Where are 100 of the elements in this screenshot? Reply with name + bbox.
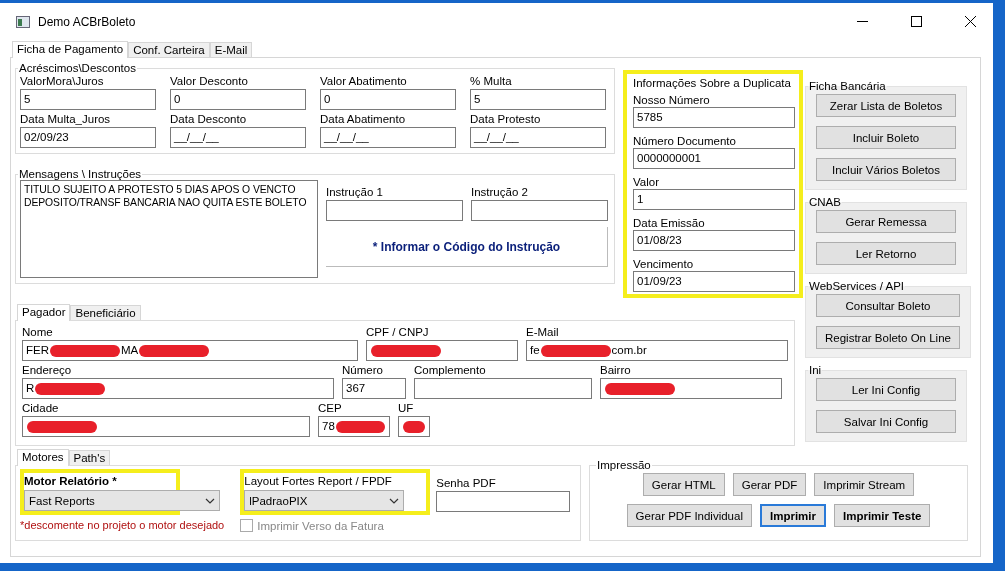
tab[interactable]: Beneficiário — [70, 305, 141, 320]
action-button[interactable]: Gerar PDF — [732, 473, 807, 496]
action-button[interactable]: Incluir Vários Boletos — [816, 158, 956, 181]
input-field[interactable]: 01/08/23 — [633, 230, 795, 251]
redaction-mark — [540, 344, 611, 357]
input-field[interactable] — [471, 200, 608, 221]
group-title: Ficha Bancária — [808, 80, 887, 92]
message-line: DEPOSITO/TRANSF BANCARIA NAO QUITA ESTE BOLETO — [24, 196, 308, 209]
input-field[interactable] — [600, 378, 782, 399]
group-title: Ini — [808, 364, 823, 376]
redaction-mark — [35, 382, 106, 395]
input-field[interactable]: 367 — [342, 378, 406, 399]
tab[interactable]: Path's — [68, 450, 111, 465]
input-field[interactable] — [326, 200, 463, 221]
field-label: Data Abatimento — [320, 112, 407, 127]
message-textarea[interactable]: TITULO SUJEITO A PROTESTO 5 DIAS APOS O VENCTO DEPOSITO/TRANSF BANCARIA NAO QUITA ESTE BOLETO — [20, 180, 318, 278]
dropdown-caret-icon — [389, 497, 400, 504]
input-field[interactable] — [22, 416, 310, 437]
field-label: Cidade — [22, 401, 60, 416]
instruction-note: * Informar o Código do Instrução — [326, 227, 608, 267]
field-label: Data Multa_Juros — [20, 112, 112, 127]
field-label: Senha PDF — [436, 476, 497, 491]
field-label: Layout Fortes Report / FPDF — [244, 474, 393, 489]
field-label: Instrução 2 — [471, 185, 529, 200]
input-field[interactable]: 0 — [320, 89, 456, 110]
field-label: CPF / CNPJ — [366, 325, 430, 340]
tab[interactable]: Motores — [17, 449, 69, 466]
input-field[interactable] — [398, 416, 430, 437]
dropdown[interactable]: Fast Reports — [24, 490, 220, 511]
action-button[interactable]: Consultar Boleto — [816, 294, 960, 317]
input-field[interactable]: R — [22, 378, 334, 399]
field-text: com.br — [611, 343, 647, 358]
input-field[interactable] — [366, 340, 518, 361]
field-label: CEP — [318, 401, 343, 416]
input-field[interactable]: __/__/__ — [470, 127, 606, 148]
group-title: Mensagens \ Instruções — [18, 168, 143, 180]
checkbox-label: Imprimir Verso da Fatura — [257, 519, 384, 532]
redaction-mark — [371, 344, 441, 357]
input-field[interactable] — [414, 378, 592, 399]
field-text: 367 — [346, 381, 366, 396]
input-field[interactable]: __/__/__ — [320, 127, 456, 148]
input-field[interactable]: FER MA — [22, 340, 358, 361]
field-label: E-Mail — [526, 325, 560, 340]
tab[interactable]: Pagador — [17, 304, 71, 321]
input-field[interactable]: 78 — [318, 416, 390, 437]
password-field[interactable] — [436, 491, 571, 512]
tab[interactable]: E-Mail — [209, 42, 253, 57]
field-label: Valor Desconto — [170, 74, 249, 89]
app-icon — [16, 15, 30, 28]
group-title: Impressão — [596, 459, 652, 471]
field-label: Número Documento — [633, 134, 737, 148]
tab[interactable]: Conf. Carteira — [128, 42, 210, 57]
redaction-mark — [403, 420, 425, 433]
field-text: R — [26, 381, 35, 396]
minimize-icon[interactable] — [856, 21, 868, 22]
input-field[interactable]: 5 — [20, 89, 156, 110]
field-label: Valor — [633, 175, 660, 189]
input-field[interactable]: __/__/__ — [170, 127, 306, 148]
maximize-icon[interactable] — [910, 16, 922, 27]
field-label: Bairro — [600, 363, 632, 378]
action-button[interactable]: Gerar Remessa — [816, 210, 956, 233]
input-field[interactable]: 1 — [633, 189, 795, 210]
field-label: UF — [398, 401, 415, 416]
redaction-mark — [605, 382, 675, 395]
action-button[interactable]: Imprimir — [759, 504, 826, 527]
checkbox[interactable] — [240, 519, 254, 532]
field-label: Complemento — [414, 363, 487, 378]
action-button[interactable]: Salvar Ini Config — [816, 410, 956, 433]
input-field[interactable]: 01/09/23 — [633, 271, 795, 292]
field-label: Número — [342, 363, 384, 378]
action-button[interactable]: Imprimir Teste — [834, 504, 931, 527]
redaction-mark — [27, 420, 97, 433]
field-label: Endereço — [22, 363, 73, 378]
field-label: Data Desconto — [170, 112, 248, 127]
group-title: Acréscimos\Descontos — [18, 62, 137, 74]
action-button[interactable]: Ler Retorno — [816, 242, 956, 265]
input-field[interactable]: 5 — [470, 89, 606, 110]
action-button[interactable]: Gerar PDF Individual — [626, 504, 752, 527]
action-button[interactable]: Gerar HTML — [642, 473, 725, 496]
input-field[interactable]: fe com.br — [526, 340, 788, 361]
input-field[interactable]: 02/09/23 — [20, 127, 156, 148]
field-label: Nome — [22, 325, 54, 340]
group-title: Informações Sobre a Duplicata — [633, 76, 792, 91]
action-button[interactable]: Imprimir Stream — [814, 473, 915, 496]
dropdown[interactable]: lPadraoPIX — [244, 490, 405, 511]
close-icon[interactable] — [964, 16, 976, 27]
field-label: Instrução 1 — [326, 185, 384, 200]
tab[interactable]: Ficha de Pagamento — [12, 41, 129, 58]
action-button[interactable]: Registrar Boleto On Line — [816, 326, 960, 349]
action-button[interactable]: Ler Ini Config — [816, 378, 956, 401]
field-label: Vencimento — [633, 257, 695, 271]
action-button[interactable]: Zerar Lista de Boletos — [816, 94, 956, 117]
action-button[interactable]: Incluir Boleto — [816, 126, 956, 149]
group-title: WebServices / API — [808, 280, 906, 292]
input-field[interactable]: 0000000001 — [633, 148, 795, 169]
input-field[interactable]: 5785 — [633, 107, 795, 128]
field-label: Motor Relatório * — [24, 474, 118, 489]
input-field[interactable]: 0 — [170, 89, 306, 110]
redaction-mark — [50, 344, 120, 357]
redaction-mark — [139, 344, 210, 357]
